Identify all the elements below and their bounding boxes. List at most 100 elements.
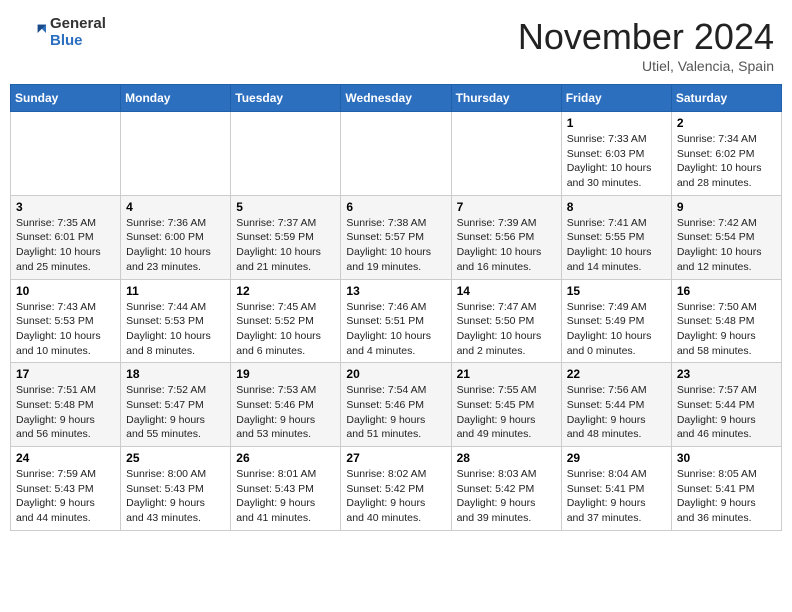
table-cell: 22 Sunrise: 7:56 AM Sunset: 5:44 PM Dayli… (561, 363, 671, 447)
table-cell: 7Sunrise: 7:39 AM Sunset: 5:56 PM Daylig… (451, 195, 561, 279)
week-row-2: 3 Sunrise: 7:35 AM Sunset: 6:01 PM Daylig… (11, 195, 782, 279)
day-number: 15 (567, 284, 666, 298)
day-info: Sunrise: 7:50 AM Sunset: 5:48 PM Dayligh… (677, 300, 776, 359)
day-info: Sunrise: 7:53 AM Sunset: 5:46 PM Dayligh… (236, 383, 335, 442)
table-cell: 4 Sunrise: 7:36 AM Sunset: 6:00 PM Daylig… (121, 195, 231, 279)
logo-icon (18, 19, 46, 47)
col-wednesday: Wednesday (341, 85, 451, 112)
title-block: November 2024 Utiel, Valencia, Spain (518, 16, 774, 74)
table-cell: 6Sunrise: 7:38 AM Sunset: 5:57 PM Daylig… (341, 195, 451, 279)
table-cell (121, 112, 231, 196)
calendar-body: 1Sunrise: 7:33 AM Sunset: 6:03 PM Daylig… (11, 112, 782, 531)
day-number: 29 (567, 451, 666, 465)
day-info: Sunrise: 7:57 AM Sunset: 5:44 PM Dayligh… (677, 383, 776, 442)
table-cell: 19 Sunrise: 7:53 AM Sunset: 5:46 PM Dayli… (231, 363, 341, 447)
day-info: Sunrise: 7:36 AM Sunset: 6:00 PM Dayligh… (126, 216, 225, 275)
day-info: Sunrise: 7:45 AM Sunset: 5:52 PM Dayligh… (236, 300, 335, 359)
day-number: 21 (457, 367, 556, 381)
table-cell: 28 Sunrise: 8:03 AM Sunset: 5:42 PM Dayli… (451, 447, 561, 531)
table-cell (341, 112, 451, 196)
day-number: 10 (16, 284, 115, 298)
table-cell: 5 Sunrise: 7:37 AM Sunset: 5:59 PM Daylig… (231, 195, 341, 279)
table-cell (231, 112, 341, 196)
day-info: Sunrise: 8:03 AM Sunset: 5:42 PM Dayligh… (457, 467, 556, 526)
day-number: 8 (567, 200, 666, 214)
day-number: 1 (567, 116, 666, 130)
day-info: Sunrise: 7:46 AM Sunset: 5:51 PM Dayligh… (346, 300, 445, 359)
day-info: Sunrise: 8:02 AM Sunset: 5:42 PM Dayligh… (346, 467, 445, 526)
page-header: General Blue November 2024 Utiel, Valenc… (10, 10, 782, 80)
day-number: 9 (677, 200, 776, 214)
day-info: Sunrise: 8:05 AM Sunset: 5:41 PM Dayligh… (677, 467, 776, 526)
location-text: Utiel, Valencia, Spain (518, 58, 774, 74)
day-info: Sunrise: 7:59 AM Sunset: 5:43 PM Dayligh… (16, 467, 115, 526)
logo-blue-text: Blue (50, 33, 106, 50)
table-cell: 18 Sunrise: 7:52 AM Sunset: 5:47 PM Dayli… (121, 363, 231, 447)
table-cell: 2Sunrise: 7:34 AM Sunset: 6:02 PM Daylig… (671, 112, 781, 196)
table-cell: 29Sunrise: 8:04 AM Sunset: 5:41 PM Dayli… (561, 447, 671, 531)
col-thursday: Thursday (451, 85, 561, 112)
day-number: 4 (126, 200, 225, 214)
logo: General Blue (18, 16, 106, 49)
day-info: Sunrise: 7:47 AM Sunset: 5:50 PM Dayligh… (457, 300, 556, 359)
table-cell: 10Sunrise: 7:43 AM Sunset: 5:53 PM Dayli… (11, 279, 121, 363)
table-cell: 1Sunrise: 7:33 AM Sunset: 6:03 PM Daylig… (561, 112, 671, 196)
table-cell: 3 Sunrise: 7:35 AM Sunset: 6:01 PM Daylig… (11, 195, 121, 279)
day-info: Sunrise: 8:00 AM Sunset: 5:43 PM Dayligh… (126, 467, 225, 526)
day-info: Sunrise: 7:41 AM Sunset: 5:55 PM Dayligh… (567, 216, 666, 275)
table-cell: 20 Sunrise: 7:54 AM Sunset: 5:46 PM Dayli… (341, 363, 451, 447)
day-info: Sunrise: 7:54 AM Sunset: 5:46 PM Dayligh… (346, 383, 445, 442)
week-row-4: 17Sunrise: 7:51 AM Sunset: 5:48 PM Dayli… (11, 363, 782, 447)
table-cell: 21Sunrise: 7:55 AM Sunset: 5:45 PM Dayli… (451, 363, 561, 447)
day-number: 19 (236, 367, 335, 381)
table-cell: 8 Sunrise: 7:41 AM Sunset: 5:55 PM Daylig… (561, 195, 671, 279)
week-row-3: 10Sunrise: 7:43 AM Sunset: 5:53 PM Dayli… (11, 279, 782, 363)
table-cell (11, 112, 121, 196)
col-friday: Friday (561, 85, 671, 112)
day-number: 26 (236, 451, 335, 465)
day-number: 14 (457, 284, 556, 298)
col-saturday: Saturday (671, 85, 781, 112)
table-cell: 26 Sunrise: 8:01 AM Sunset: 5:43 PM Dayli… (231, 447, 341, 531)
table-cell: 12Sunrise: 7:45 AM Sunset: 5:52 PM Dayli… (231, 279, 341, 363)
day-number: 2 (677, 116, 776, 130)
week-row-5: 24 Sunrise: 7:59 AM Sunset: 5:43 PM Dayli… (11, 447, 782, 531)
day-number: 30 (677, 451, 776, 465)
day-number: 28 (457, 451, 556, 465)
table-cell: 25Sunrise: 8:00 AM Sunset: 5:43 PM Dayli… (121, 447, 231, 531)
day-number: 20 (346, 367, 445, 381)
table-cell: 15 Sunrise: 7:49 AM Sunset: 5:49 PM Dayli… (561, 279, 671, 363)
logo-text: General Blue (50, 16, 106, 49)
table-cell: 16 Sunrise: 7:50 AM Sunset: 5:48 PM Dayli… (671, 279, 781, 363)
day-number: 5 (236, 200, 335, 214)
day-info: Sunrise: 7:37 AM Sunset: 5:59 PM Dayligh… (236, 216, 335, 275)
table-cell: 9 Sunrise: 7:42 AM Sunset: 5:54 PM Daylig… (671, 195, 781, 279)
table-cell: 11Sunrise: 7:44 AM Sunset: 5:53 PM Dayli… (121, 279, 231, 363)
day-info: Sunrise: 7:56 AM Sunset: 5:44 PM Dayligh… (567, 383, 666, 442)
table-cell: 23 Sunrise: 7:57 AM Sunset: 5:44 PM Dayli… (671, 363, 781, 447)
week-row-1: 1Sunrise: 7:33 AM Sunset: 6:03 PM Daylig… (11, 112, 782, 196)
table-cell: 13Sunrise: 7:46 AM Sunset: 5:51 PM Dayli… (341, 279, 451, 363)
day-number: 24 (16, 451, 115, 465)
day-info: Sunrise: 8:01 AM Sunset: 5:43 PM Dayligh… (236, 467, 335, 526)
day-number: 18 (126, 367, 225, 381)
table-cell: 30 Sunrise: 8:05 AM Sunset: 5:41 PM Dayli… (671, 447, 781, 531)
day-info: Sunrise: 7:49 AM Sunset: 5:49 PM Dayligh… (567, 300, 666, 359)
day-info: Sunrise: 7:51 AM Sunset: 5:48 PM Dayligh… (16, 383, 115, 442)
day-info: Sunrise: 7:35 AM Sunset: 6:01 PM Dayligh… (16, 216, 115, 275)
day-number: 6 (346, 200, 445, 214)
logo-general-text: General (50, 16, 106, 33)
month-title: November 2024 (518, 16, 774, 58)
day-info: Sunrise: 7:52 AM Sunset: 5:47 PM Dayligh… (126, 383, 225, 442)
table-cell: 24 Sunrise: 7:59 AM Sunset: 5:43 PM Dayli… (11, 447, 121, 531)
day-number: 3 (16, 200, 115, 214)
day-number: 27 (346, 451, 445, 465)
day-number: 23 (677, 367, 776, 381)
table-cell: 17Sunrise: 7:51 AM Sunset: 5:48 PM Dayli… (11, 363, 121, 447)
calendar-header: Sunday Monday Tuesday Wednesday Thursday… (11, 85, 782, 112)
day-number: 16 (677, 284, 776, 298)
table-cell: 14 Sunrise: 7:47 AM Sunset: 5:50 PM Dayli… (451, 279, 561, 363)
day-info: Sunrise: 7:44 AM Sunset: 5:53 PM Dayligh… (126, 300, 225, 359)
day-info: Sunrise: 7:42 AM Sunset: 5:54 PM Dayligh… (677, 216, 776, 275)
day-number: 22 (567, 367, 666, 381)
